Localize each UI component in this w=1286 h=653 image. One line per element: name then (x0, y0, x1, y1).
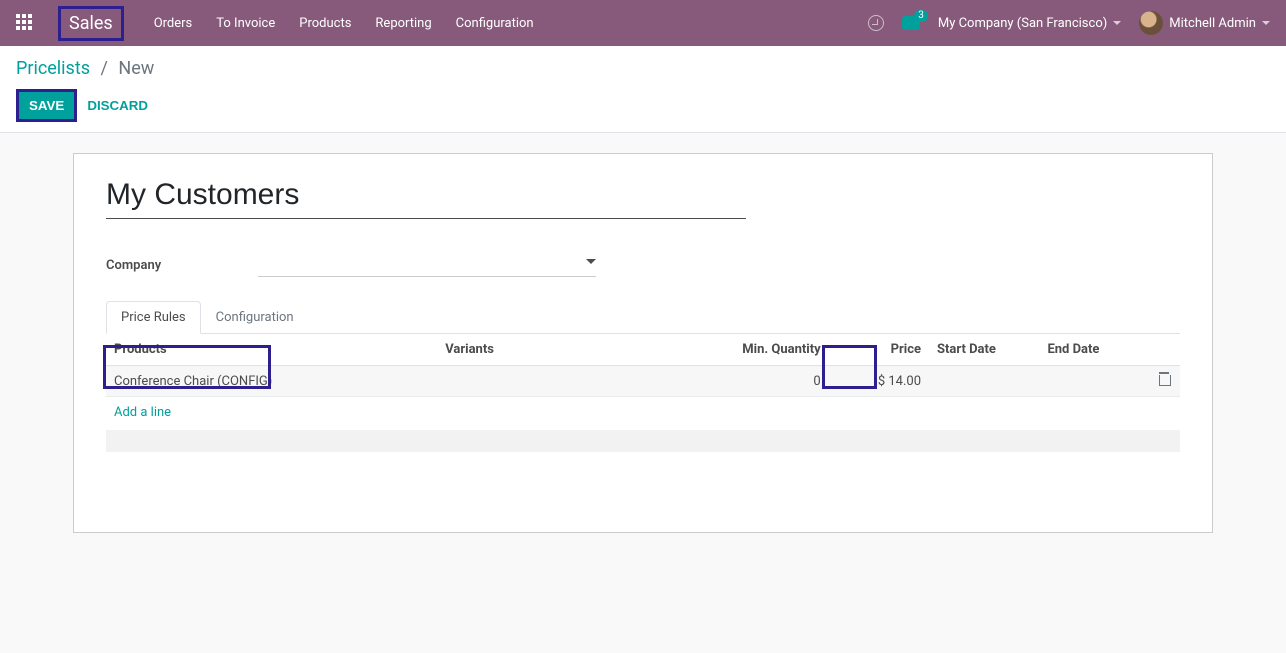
company-field-input[interactable] (258, 253, 596, 277)
cell-variants[interactable] (437, 366, 698, 397)
tab-configuration[interactable]: Configuration (201, 301, 309, 333)
save-button[interactable]: Save (16, 89, 77, 122)
nav-products[interactable]: Products (299, 16, 351, 31)
cell-price[interactable]: $ 14.00 (829, 366, 929, 397)
app-brand[interactable]: Sales (58, 6, 124, 41)
breadcrumb-root[interactable]: Pricelists (16, 58, 90, 79)
discard-button[interactable]: Discard (87, 98, 148, 113)
breadcrumb-leaf: New (118, 58, 154, 79)
tabs: Price Rules Configuration (106, 301, 1180, 334)
col-start-date: Start Date (929, 334, 1039, 366)
nav-items: Orders To Invoice Products Reporting Con… (154, 16, 534, 31)
user-menu[interactable]: Mitchell Admin (1139, 11, 1270, 35)
col-price: Price (829, 334, 929, 366)
add-line-link[interactable]: Add a line (106, 397, 179, 424)
messaging-icon[interactable]: 3 (902, 16, 920, 30)
cell-min-qty[interactable]: 0 (698, 366, 828, 397)
message-count-badge: 3 (914, 10, 928, 22)
pricelist-name-input[interactable] (106, 178, 746, 219)
breadcrumb-separator: / (101, 58, 108, 79)
table-row[interactable]: Conference Chair (CONFIG) 0 $ 14.00 (106, 366, 1180, 397)
nav-to-invoice[interactable]: To Invoice (216, 16, 275, 31)
col-min-qty: Min. Quantity (698, 334, 828, 366)
nav-configuration[interactable]: Configuration (456, 16, 534, 31)
chevron-down-icon[interactable] (586, 259, 596, 264)
nav-reporting[interactable]: Reporting (375, 16, 431, 31)
activity-icon[interactable] (868, 15, 884, 31)
company-field-label: Company (106, 258, 258, 273)
trash-icon[interactable] (1158, 372, 1170, 386)
cell-delete[interactable] (1150, 366, 1180, 397)
cell-start-date[interactable] (929, 366, 1039, 397)
breadcrumb: Pricelists / New (16, 58, 1270, 79)
user-name: Mitchell Admin (1169, 16, 1256, 31)
col-products: Products (106, 334, 437, 366)
avatar (1139, 11, 1163, 35)
company-name: My Company (San Francisco) (938, 16, 1107, 31)
topbar: Sales Orders To Invoice Products Reporti… (0, 0, 1286, 46)
nav-orders[interactable]: Orders (154, 16, 193, 31)
form-sheet: Company Price Rules Configuration Produc… (73, 153, 1213, 533)
cell-end-date[interactable] (1039, 366, 1149, 397)
chevron-down-icon (1113, 21, 1121, 25)
chevron-down-icon (1262, 21, 1270, 25)
col-delete (1150, 334, 1180, 366)
tab-price-rules[interactable]: Price Rules (106, 301, 201, 334)
control-panel: Pricelists / New Save Discard (0, 46, 1286, 133)
company-selector[interactable]: My Company (San Francisco) (938, 16, 1121, 31)
price-rules-table: Products Variants Min. Quantity Price St… (106, 334, 1180, 397)
col-variants: Variants (437, 334, 698, 366)
table-footer-strip (106, 430, 1180, 452)
col-end-date: End Date (1039, 334, 1149, 366)
apps-icon[interactable] (16, 14, 34, 32)
cell-product[interactable]: Conference Chair (CONFIG) (106, 366, 437, 397)
